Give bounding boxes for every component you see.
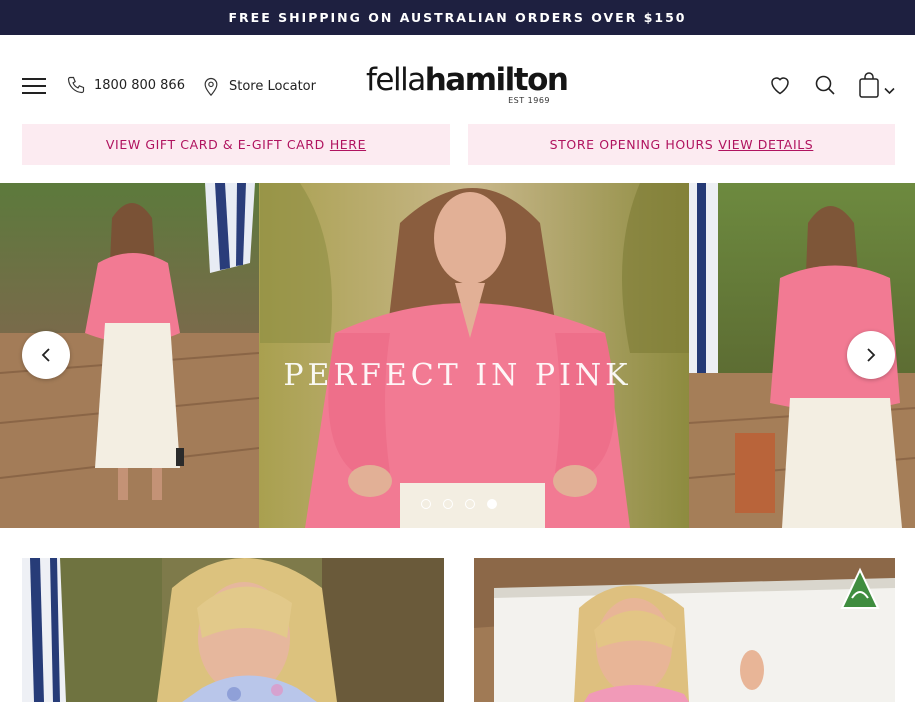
phone-icon <box>67 76 85 94</box>
carousel-dot-active[interactable] <box>487 499 497 509</box>
carousel-next-button[interactable] <box>847 331 895 379</box>
chevron-down-icon <box>884 87 895 95</box>
carousel-dot[interactable] <box>465 499 475 509</box>
cart-dropdown-toggle[interactable] <box>884 80 895 99</box>
bag-icon <box>859 72 879 98</box>
hero-title: PERFECT IN PINK <box>283 358 632 393</box>
phone-number: 1800 800 866 <box>94 77 185 93</box>
brand-logo[interactable]: fellahamilton EST 1969 <box>366 62 569 107</box>
wishlist-button[interactable] <box>768 73 792 101</box>
site-header: 1800 800 866 Store Locator fellahamilton… <box>0 35 915 125</box>
menu-button[interactable] <box>22 76 46 96</box>
carousel-dots <box>421 499 497 509</box>
store-hours-link[interactable]: VIEW DETAILS <box>718 137 813 152</box>
heart-icon <box>771 77 789 95</box>
announcement-text: FREE SHIPPING ON AUSTRALIAN ORDERS OVER … <box>228 10 687 25</box>
cart-button[interactable] <box>857 71 881 103</box>
logo-est: EST 1969 <box>508 96 550 105</box>
gift-card-text: VIEW GIFT CARD & E-GIFT CARD <box>105 137 325 152</box>
tile-image-left <box>22 558 444 702</box>
carousel-dot[interactable] <box>443 499 453 509</box>
carousel-prev-button[interactable] <box>22 331 70 379</box>
location-pin-icon <box>204 77 218 97</box>
announcement-bar: FREE SHIPPING ON AUSTRALIAN ORDERS OVER … <box>0 0 915 35</box>
hero-image <box>0 183 915 528</box>
logo-text-light: fella <box>366 62 426 98</box>
search-button[interactable] <box>813 73 837 101</box>
category-tile-left[interactable] <box>22 558 444 702</box>
tile-image-right <box>474 558 895 702</box>
chevron-left-icon <box>41 348 50 362</box>
store-locator-link[interactable]: Store Locator <box>201 75 316 97</box>
carousel-dot[interactable] <box>421 499 431 509</box>
gift-card-banner: VIEW GIFT CARD & E-GIFT CARD HERE <box>22 124 450 165</box>
logo-text-bold: hamilton <box>424 62 569 98</box>
category-tile-right[interactable] <box>474 558 895 702</box>
hero-carousel: PERFECT IN PINK <box>0 183 915 528</box>
phone-link[interactable]: 1800 800 866 <box>66 75 185 95</box>
store-locator-label: Store Locator <box>229 78 316 94</box>
gift-card-link[interactable]: HERE <box>330 137 366 152</box>
menu-icon <box>22 78 46 80</box>
chevron-right-icon <box>867 348 876 362</box>
search-icon <box>815 75 835 95</box>
store-hours-banner: STORE OPENING HOURS VIEW DETAILS <box>468 124 895 165</box>
store-hours-text: STORE OPENING HOURS <box>549 137 714 152</box>
